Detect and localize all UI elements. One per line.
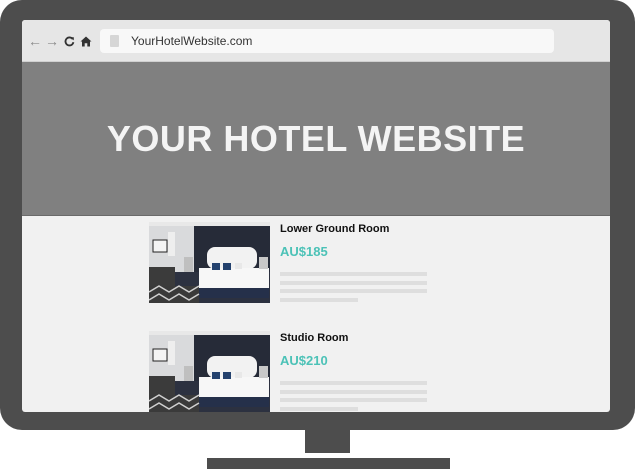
url-text[interactable]: YourHotelWebsite.com bbox=[131, 33, 252, 49]
description-placeholder-line bbox=[280, 298, 358, 302]
arrow-left-icon[interactable]: ← bbox=[28, 33, 42, 49]
arrow-right-icon[interactable]: → bbox=[45, 33, 59, 49]
room-photo[interactable] bbox=[149, 222, 270, 303]
bedroom-image bbox=[149, 222, 270, 303]
bedroom-image bbox=[149, 331, 270, 412]
room-price: AU$210 bbox=[280, 353, 328, 368]
room-name[interactable]: Lower Ground Room bbox=[280, 222, 389, 236]
monitor-frame: ← → YourHotelWebsite.com YOUR HOTEL WEBS… bbox=[0, 0, 635, 430]
monitor-stand-base bbox=[207, 458, 450, 469]
reload-icon[interactable] bbox=[63, 33, 75, 49]
description-placeholder-line bbox=[280, 390, 427, 394]
browser-screen: ← → YourHotelWebsite.com YOUR HOTEL WEBS… bbox=[22, 20, 610, 412]
home-icon-graphic bbox=[80, 36, 92, 46]
room-photo[interactable] bbox=[149, 331, 270, 412]
address-bar[interactable]: YourHotelWebsite.com bbox=[100, 29, 554, 53]
room-price: AU$185 bbox=[280, 244, 328, 259]
browser-toolbar: ← → YourHotelWebsite.com bbox=[22, 20, 610, 62]
hero-banner: YOUR HOTEL WEBSITE bbox=[22, 62, 610, 216]
monitor-stand-neck bbox=[305, 428, 350, 453]
hero-title: YOUR HOTEL WEBSITE bbox=[106, 118, 526, 159]
room-card[interactable]: Studio Room AU$210 bbox=[149, 331, 449, 412]
page-icon bbox=[110, 35, 119, 47]
description-placeholder-line bbox=[280, 281, 427, 285]
description-placeholder-line bbox=[280, 272, 427, 276]
room-card[interactable]: Lower Ground Room AU$185 bbox=[149, 222, 449, 304]
description-placeholder-line bbox=[280, 289, 427, 293]
reload-icon-graphic bbox=[64, 36, 74, 46]
description-placeholder-line bbox=[280, 407, 358, 411]
description-placeholder-line bbox=[280, 398, 427, 402]
home-icon[interactable] bbox=[79, 33, 93, 49]
room-name[interactable]: Studio Room bbox=[280, 331, 348, 345]
description-placeholder-line bbox=[280, 381, 427, 385]
